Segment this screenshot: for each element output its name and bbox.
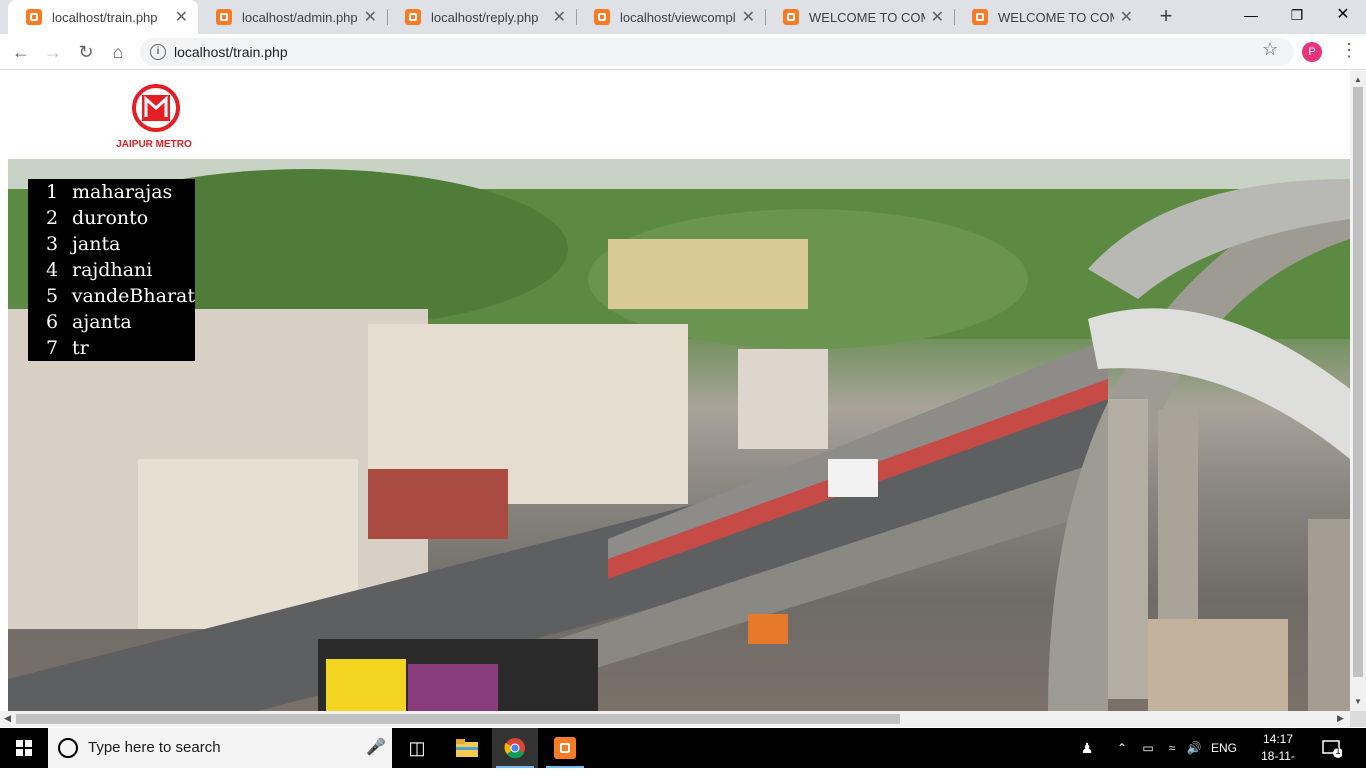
cortana-icon — [58, 738, 78, 758]
chrome-icon[interactable] — [492, 728, 538, 768]
xampp-icon — [216, 9, 232, 25]
address-bar[interactable]: i localhost/train.php — [140, 38, 1294, 66]
tab-strip: localhost/train.php ✕ localhost/admin.ph… — [0, 0, 1366, 34]
volume-icon[interactable]: 🔊 — [1184, 728, 1204, 768]
jaipur-metro-logo: JAIPUR METRO — [108, 81, 200, 151]
tab-train[interactable]: localhost/train.php ✕ — [8, 0, 198, 34]
train-number: 4 — [46, 259, 59, 281]
menu-icon[interactable]: ⋮ — [1340, 40, 1358, 60]
notification-count: 1 — [1335, 746, 1341, 756]
scroll-left-icon[interactable]: ◀ — [4, 713, 11, 724]
page-viewport: JAIPUR METRO 1 maharajas 2 duronto 3 jan… — [0, 71, 1350, 711]
forward-button[interactable]: → — [40, 39, 66, 65]
horizontal-scrollbar[interactable]: ◀ ▶ — [0, 711, 1350, 727]
restore-button[interactable]: ❐ — [1274, 0, 1320, 30]
train-name: maharajas — [72, 181, 173, 203]
scroll-right-icon[interactable]: ▶ — [1337, 713, 1344, 724]
close-icon[interactable]: ✕ — [553, 7, 566, 27]
reload-button[interactable]: ↻ — [73, 39, 99, 65]
tab-welcome-2[interactable]: WELCOME TO COMPLA ✕ — [954, 0, 1143, 34]
battery-icon[interactable]: ▭ — [1138, 728, 1158, 768]
start-button[interactable] — [0, 728, 48, 768]
tab-label: WELCOME TO COMPLA — [998, 9, 1114, 25]
vertical-scrollbar[interactable]: ▲ ▼ — [1350, 71, 1366, 711]
train-list-item: 3 janta — [46, 231, 195, 257]
close-icon[interactable]: ✕ — [364, 7, 377, 27]
train-number: 1 — [46, 181, 59, 203]
train-name: vandeBharat — [71, 285, 195, 307]
show-hidden-icons-chevron-icon[interactable]: ⌃ — [1112, 728, 1132, 768]
xampp-icon — [26, 9, 42, 25]
profile-avatar[interactable]: P — [1302, 42, 1322, 62]
train-list-item: 5 vandeBharat — [46, 283, 195, 309]
tab-label: localhost/viewcomplain — [620, 9, 736, 25]
tab-label: localhost/train.php — [52, 9, 158, 25]
tab-admin[interactable]: localhost/admin.php ✕ — [198, 0, 387, 34]
action-center-icon[interactable]: 1 — [1322, 738, 1343, 758]
clock-date: 18-11-2019 — [1261, 749, 1295, 780]
search-placeholder[interactable]: Type here to search — [88, 739, 221, 756]
train-name: tr — [72, 337, 89, 359]
clock-time: 14:17 — [1262, 732, 1294, 746]
train-number: 6 — [46, 311, 59, 333]
scrollbar-corner — [1350, 711, 1366, 727]
url-text[interactable]: localhost/train.php — [174, 44, 288, 60]
windows-taskbar: Type here to search 🎤 ◫ ♟ ⌃ ▭ ≈ 🔊 ENG 14… — [0, 728, 1366, 780]
close-icon[interactable]: ✕ — [175, 7, 188, 27]
back-button[interactable]: ← — [8, 39, 34, 65]
tab-label: WELCOME TO COMPLA — [809, 9, 925, 25]
train-list-item: 1 maharajas — [46, 179, 195, 205]
train-number: 3 — [46, 233, 59, 255]
tab-label: localhost/reply.php — [431, 9, 539, 25]
train-list-item: 4 rajdhani — [46, 257, 195, 283]
new-tab-button[interactable]: + — [1154, 4, 1178, 28]
xampp-icon — [972, 9, 988, 25]
close-window-button[interactable]: ✕ — [1320, 0, 1366, 30]
metro-hero-image: 1 maharajas 2 duronto 3 janta 4 rajdhani 5 va… — [8, 159, 1350, 711]
train-name: rajdhani — [72, 259, 153, 281]
taskbar-clock[interactable]: 14:17 18-11-2019 — [1248, 731, 1308, 782]
xampp-icon — [783, 9, 799, 25]
train-name: ajanta — [72, 311, 132, 333]
train-list-item: 6 ajanta — [46, 309, 195, 335]
train-number: 7 — [46, 337, 59, 359]
train-number: 2 — [46, 207, 59, 229]
minimize-button[interactable]: — — [1228, 0, 1274, 30]
train-list-item: 7 tr — [46, 335, 195, 361]
windows-logo-icon — [16, 740, 32, 756]
scroll-up-icon[interactable]: ▲ — [1354, 75, 1362, 84]
info-icon[interactable]: i — [150, 44, 166, 60]
train-list: 1 maharajas 2 duronto 3 janta 4 rajdhani 5 va… — [28, 179, 195, 361]
tab-welcome-1[interactable]: WELCOME TO COMPLA ✕ — [765, 0, 954, 34]
tab-viewcomplain[interactable]: localhost/viewcomplain ✕ — [576, 0, 765, 34]
train-name: duronto — [72, 207, 149, 229]
xampp-icon — [594, 9, 610, 25]
task-view-icon[interactable]: ◫ — [394, 728, 440, 768]
microphone-icon[interactable]: 🎤 — [366, 737, 386, 757]
close-icon[interactable]: ✕ — [742, 7, 755, 27]
train-list-item: 2 duronto — [46, 205, 195, 231]
xampp-icon — [405, 9, 421, 25]
xampp-taskbar-icon[interactable] — [542, 728, 588, 768]
input-language[interactable]: ENG — [1208, 728, 1240, 768]
horizontal-scroll-thumb[interactable] — [16, 714, 900, 724]
bookmark-star-icon[interactable]: ☆ — [1262, 39, 1278, 60]
close-icon[interactable]: ✕ — [931, 7, 944, 27]
tab-reply[interactable]: localhost/reply.php ✕ — [387, 0, 576, 34]
taskbar-search-box[interactable]: Type here to search 🎤 — [48, 728, 392, 768]
home-button[interactable]: ⌂ — [105, 39, 131, 65]
vertical-scroll-thumb[interactable] — [1353, 87, 1363, 677]
people-icon[interactable]: ♟ — [1076, 728, 1098, 768]
wifi-icon[interactable]: ≈ — [1162, 728, 1182, 768]
tab-label: localhost/admin.php — [242, 9, 358, 25]
train-number: 5 — [46, 285, 59, 307]
scroll-down-icon[interactable]: ▼ — [1354, 697, 1362, 706]
browser-toolbar: ← → ↻ ⌂ i localhost/train.php ☆ P ⋮ — [0, 34, 1366, 70]
file-explorer-icon[interactable] — [444, 728, 490, 768]
logo-text: JAIPUR METRO — [116, 139, 192, 150]
train-name: janta — [72, 233, 121, 255]
close-icon[interactable]: ✕ — [1120, 7, 1133, 27]
